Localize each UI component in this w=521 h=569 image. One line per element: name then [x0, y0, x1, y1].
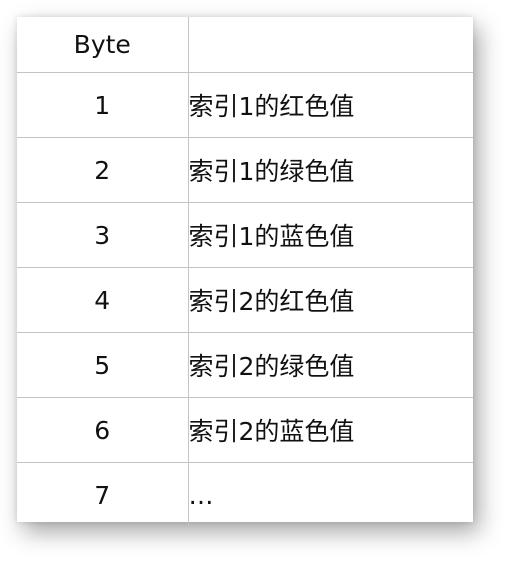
- byte-cell: 7: [17, 462, 189, 527]
- table-row: 1 索引1的红色值: [17, 72, 473, 138]
- table-row: 3 索引1的蓝色值: [17, 202, 473, 268]
- description-cell: 索引1的蓝色值: [187, 202, 473, 268]
- byte-cell: 3: [17, 202, 189, 268]
- table-row: 7 …: [17, 462, 473, 527]
- table-row: 4 索引2的红色值: [17, 267, 473, 333]
- byte-cell: 6: [17, 397, 189, 463]
- description-cell: 索引1的绿色值: [187, 137, 473, 203]
- description-cell: 索引2的绿色值: [187, 332, 473, 398]
- table-row: 2 索引1的绿色值: [17, 137, 473, 203]
- byte-cell: 5: [17, 332, 189, 398]
- table-header-row: Byte: [17, 17, 473, 73]
- byte-cell: 4: [17, 267, 189, 333]
- description-cell: 索引2的红色值: [187, 267, 473, 333]
- byte-cell: 1: [17, 72, 189, 138]
- table-row: 5 索引2的绿色值: [17, 332, 473, 398]
- description-cell: 索引1的红色值: [187, 72, 473, 138]
- description-cell: …: [187, 462, 473, 527]
- header-byte: Byte: [17, 17, 189, 73]
- header-description: [187, 17, 473, 73]
- palette-byte-table-card: Byte 1 索引1的红色值 2 索引1的绿色值 3 索引1的蓝色值 4 索引2…: [17, 17, 473, 527]
- palette-byte-table: Byte 1 索引1的红色值 2 索引1的绿色值 3 索引1的蓝色值 4 索引2…: [17, 17, 473, 527]
- table-row: 6 索引2的蓝色值: [17, 397, 473, 463]
- byte-cell: 2: [17, 137, 189, 203]
- description-cell: 索引2的蓝色值: [187, 397, 473, 463]
